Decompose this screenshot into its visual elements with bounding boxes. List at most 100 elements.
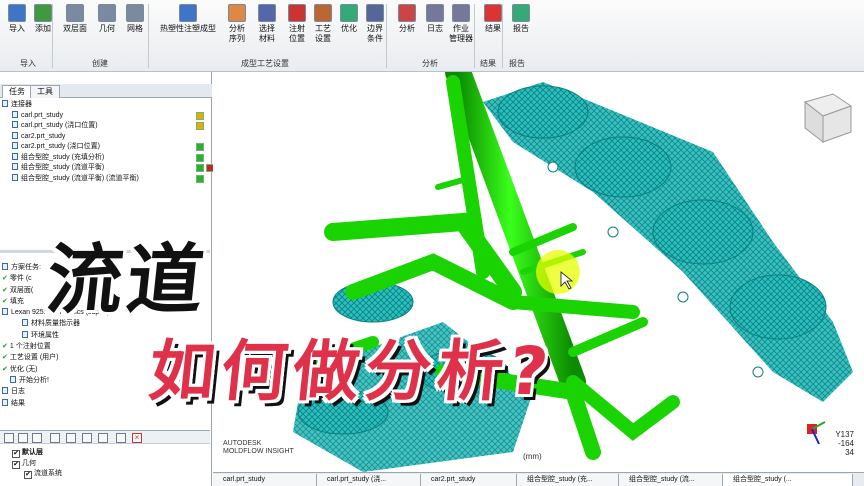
tab-tools[interactable]: 工具 <box>30 85 60 98</box>
task-label: 开始分析! <box>19 376 49 384</box>
task-label: 双层面( <box>9 286 34 294</box>
study-item[interactable]: carl.prt_study <box>2 110 208 122</box>
process-settings-icon <box>314 4 332 22</box>
layer-item[interactable]: ✔ 流道系统 <box>6 469 206 480</box>
layer-list: ✔ 默认层 ✔ 几何 ✔ 流道系统 <box>6 448 206 480</box>
study-item[interactable]: 组合型腔_study (流道平衡) <box>2 163 214 174</box>
expand-layer-icon[interactable] <box>82 433 92 443</box>
study-file-icon <box>12 142 18 149</box>
study-file-icon <box>12 131 18 139</box>
show-all-icon[interactable] <box>98 433 108 443</box>
ribbon-button-label: 选择 材料 <box>259 24 275 43</box>
layer-checkbox[interactable]: ✔ <box>12 450 20 458</box>
analyze-button[interactable]: 分析 <box>392 4 422 34</box>
dual-domain-button[interactable]: 双层面 <box>60 4 90 34</box>
ribbon-button-label: 导入 <box>9 24 25 33</box>
study-label: 组合型腔_study (充填分析) <box>21 153 105 161</box>
study-tab[interactable]: carl.prt_study <box>213 474 317 486</box>
study-item[interactable]: 组合型腔_study (流道平衡) (流道平衡) <box>2 173 208 185</box>
analysis-sequence-icon <box>228 4 246 22</box>
study-tab[interactable]: car2.prt_study <box>421 474 517 486</box>
activate-layer-icon[interactable] <box>32 433 42 443</box>
group-label-create: 创建 <box>92 59 108 68</box>
check-icon: ✔ <box>2 343 8 351</box>
new-layer-icon[interactable] <box>4 433 14 443</box>
study-tab[interactable]: 组合型腔_study (充... <box>517 474 619 486</box>
group-separator <box>474 4 475 68</box>
moldflow-brand: AUTODESK MOLDFLOW INSIGHT <box>223 440 294 455</box>
ribbon-button-label: 分析 序列 <box>229 24 245 43</box>
task-icon <box>2 398 8 406</box>
study-file-icon <box>12 121 18 128</box>
report-button[interactable]: 报告 <box>506 4 536 34</box>
study-item[interactable]: car2.prt_study <box>2 131 208 143</box>
ribbon-button-label: 添加 <box>35 24 51 33</box>
ribbon-button-label: 热塑性注塑成型 <box>160 24 216 33</box>
coord-y: -164 <box>837 439 854 448</box>
layer-item[interactable]: ✔ 几何 <box>6 459 206 470</box>
coord-x: Y137 <box>835 430 854 439</box>
ribbon-button-label: 优化 <box>341 24 357 33</box>
study-item[interactable]: carl.prt_study (浇口位置) <box>2 121 208 132</box>
task-label: 零件 (c <box>9 275 32 283</box>
layer-checkbox[interactable]: ✔ <box>12 460 20 469</box>
group-label-report: 报告 <box>509 59 525 68</box>
hide-all-icon[interactable] <box>116 433 126 443</box>
layer-properties-icon[interactable] <box>50 433 60 443</box>
study-tab[interactable]: 组合型腔_study (流... <box>619 474 723 486</box>
study-label: 组合型腔_study (流道平衡) (流道平衡) <box>21 174 139 182</box>
task-label: 日志 <box>11 388 25 396</box>
study-file-icon <box>12 110 18 118</box>
layer-label: 流道系统 <box>34 470 62 477</box>
material-button[interactable]: 选择 材料 <box>252 4 282 44</box>
coord-z: 34 <box>845 448 854 457</box>
add-button[interactable]: 添加 <box>28 4 58 34</box>
study-tab[interactable]: carl.prt_study (浇... <box>317 474 421 486</box>
optimize-icon <box>340 4 358 22</box>
task-icon <box>2 263 8 270</box>
layer-checkbox[interactable]: ✔ <box>24 471 32 479</box>
axis-triad-icon <box>807 421 826 445</box>
tree-root[interactable]: 连接器 <box>2 100 208 111</box>
group-separator <box>502 4 503 68</box>
layer-item[interactable]: ✔ 默认层 <box>6 448 206 459</box>
dual-domain-icon <box>66 4 84 22</box>
assign-layer-icon[interactable] <box>66 433 76 443</box>
geometry-button[interactable]: 几何 <box>92 4 122 34</box>
ribbon-button-label: 分析 <box>399 24 415 33</box>
results-button[interactable]: 结果 <box>478 4 508 34</box>
overlay-title-line1: 流道 <box>42 235 212 324</box>
layers-toolbar: × <box>0 430 210 444</box>
study-label: carl.prt_study <box>21 111 64 119</box>
folder-icon <box>2 100 8 107</box>
task-icon <box>10 375 16 383</box>
view-cube-icon[interactable] <box>803 93 853 144</box>
study-label: 组合型腔_study (流道平衡) <box>21 164 105 171</box>
close-icon[interactable]: × <box>132 433 142 443</box>
group-label-molding-process: 成型工艺设置 <box>241 59 289 68</box>
group-separator <box>52 4 53 68</box>
study-status-icon <box>196 122 204 130</box>
thermoplastic-button[interactable]: 热塑性注塑成型 <box>156 4 220 34</box>
check-icon: ✔ <box>2 365 8 373</box>
job-manager-button[interactable]: 作业 管理器 <box>446 4 476 44</box>
tab-tasks[interactable]: 任务 <box>2 85 32 98</box>
study-tab[interactable]: 组合型腔_study (... <box>723 474 853 486</box>
coordinate-readout: Y137 -164 34 <box>835 430 854 457</box>
task-label: 1 个注射位置 <box>9 343 51 351</box>
group-label-import: 导入 <box>20 59 36 68</box>
delete-layer-icon[interactable] <box>18 433 28 443</box>
layer-label: 几何 <box>22 459 36 467</box>
task-icon <box>22 330 28 338</box>
study-item[interactable]: car2.prt_study (浇口位置) <box>2 142 208 153</box>
study-item[interactable]: 组合型腔_study (充填分析) <box>2 152 208 164</box>
log-icon <box>426 4 444 22</box>
boundary-icon <box>366 4 384 22</box>
analysis-sequence-button[interactable]: 分析 序列 <box>222 4 252 44</box>
overlay-title-line2: 如何做分析? <box>145 333 558 410</box>
study-status-icon <box>196 143 204 151</box>
task-label: 填充 <box>9 297 24 305</box>
ribbon-button-label: 工艺 设置 <box>315 24 331 43</box>
mesh-button[interactable]: 网格 <box>120 4 150 34</box>
mesh-icon <box>126 4 144 22</box>
